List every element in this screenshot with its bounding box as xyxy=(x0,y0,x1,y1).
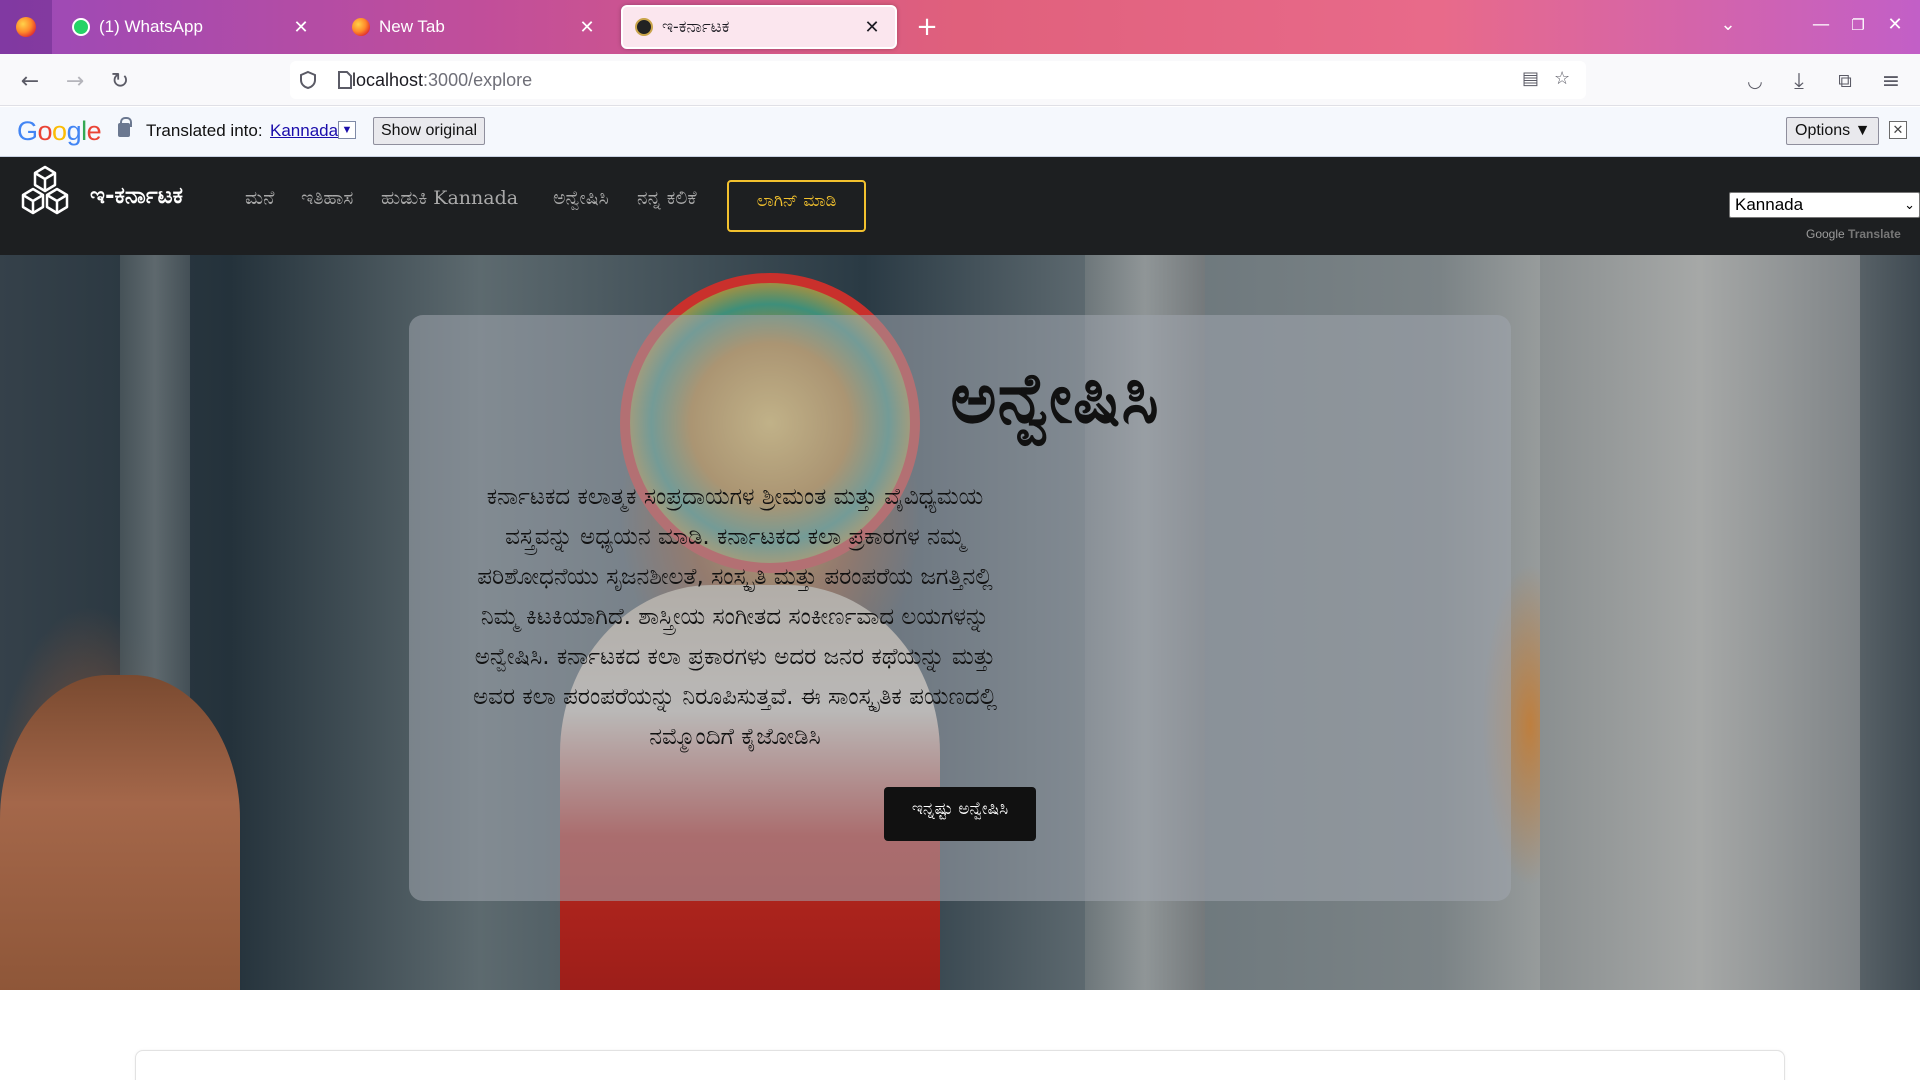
login-button[interactable]: ಲಾಗಿನ್ ಮಾಡಿ xyxy=(727,180,866,232)
language-select-value: Kannada xyxy=(1735,195,1804,214)
url-bar[interactable]: localhost:3000/explore ▤ ☆ xyxy=(290,61,1586,99)
app-menu-icon[interactable]: ≡ xyxy=(1876,66,1906,96)
show-original-button[interactable]: Show original xyxy=(373,117,486,145)
hero-overlay-card: ಅನ್ವೇಷಿಸಿ ಕರ್ನಾಟಕದ ಕಲಾತ್ಮಕ ಸಂಪ್ರದಾಯಗಳ ಶ್… xyxy=(409,315,1511,901)
bookmark-star-icon[interactable]: ☆ xyxy=(1554,68,1570,89)
nav-link-history[interactable]: ಇತಿಹಾಸ xyxy=(301,187,353,209)
firefox-icon xyxy=(16,17,36,37)
reload-icon[interactable]: ↻ xyxy=(105,66,135,96)
url-host: localhost xyxy=(352,69,424,90)
tab-title: New Tab xyxy=(379,17,445,36)
close-icon[interactable]: ✕ xyxy=(576,17,598,38)
translate-bar-close-icon[interactable]: ✕ xyxy=(1889,121,1907,139)
firefox-icon xyxy=(352,18,370,36)
url-path: :3000/explore xyxy=(423,69,533,90)
tab-e-karnataka[interactable]: ಇ-ಕರ್ನಾಟಕ ✕ xyxy=(621,5,897,49)
back-arrow-icon[interactable]: ← xyxy=(15,66,45,96)
browser-tab-strip: (1) WhatsApp ✕ New Tab ✕ ಇ-ಕರ್ನಾಟಕ ✕ + ⌄… xyxy=(0,0,1920,54)
window-close-icon[interactable]: ✕ xyxy=(1880,14,1910,35)
nav-link-explore[interactable]: ಅನ್ವೇಷಿಸಿ xyxy=(553,187,609,209)
nav-link-my-learning[interactable]: ನನ್ನ ಕಲಿಕೆ xyxy=(637,187,697,209)
powered-google-text: Google xyxy=(1806,227,1845,241)
content-card xyxy=(135,1050,1785,1080)
language-dropdown-arrow-icon[interactable]: ▼ xyxy=(338,121,356,139)
translate-language-link[interactable]: Kannada xyxy=(270,121,338,141)
background-person xyxy=(0,675,240,990)
minimize-icon[interactable]: — xyxy=(1806,14,1836,35)
new-tab-plus-icon[interactable]: + xyxy=(912,12,942,42)
tab-new-tab[interactable]: New Tab ✕ xyxy=(340,5,610,49)
hero-title: ಅನ್ವೇಷಿಸಿ xyxy=(950,357,1160,439)
language-select[interactable]: Kannada ⌄ xyxy=(1729,192,1920,218)
browser-navigation-bar: ← → ↻ localhost:3000/explore ▤ ☆ ◡ ⤓ ⧉ ≡ xyxy=(0,54,1920,106)
extensions-icon[interactable]: ⧉ xyxy=(1830,66,1860,96)
page-icon[interactable] xyxy=(336,70,354,90)
site-icon xyxy=(635,18,653,36)
list-all-tabs-chevron-icon[interactable]: ⌄ xyxy=(1713,14,1743,35)
pocket-icon[interactable]: ◡ xyxy=(1740,66,1770,96)
nav-link-home[interactable]: ಮನೆ xyxy=(245,187,274,209)
translate-options-button[interactable]: Options ▼ xyxy=(1786,117,1880,145)
hero-description: ಕರ್ನಾಟಕದ ಕಲಾತ್ಮಕ ಸಂಪ್ರದಾಯಗಳ ಶ್ರೀಮಂತ ಮತ್ತ… xyxy=(472,484,998,750)
reader-view-icon[interactable]: ▤ xyxy=(1522,68,1539,89)
powered-by-google-translate: Google Translate xyxy=(1806,227,1901,241)
lock-icon xyxy=(118,117,132,137)
firefox-menu-button[interactable] xyxy=(0,0,52,54)
whatsapp-icon xyxy=(72,18,90,36)
shield-icon[interactable] xyxy=(298,70,318,90)
explore-more-button[interactable]: ಇನ್ನಷ್ಟು ಅನ್ವೇಷಿಸಿ xyxy=(884,787,1036,841)
hero-section: ಅನ್ವೇಷಿಸಿ ಕರ್ನಾಟಕದ ಕಲಾತ್ಮಕ ಸಂಪ್ರದಾಯಗಳ ಶ್… xyxy=(0,255,1920,990)
tab-title: (1) WhatsApp xyxy=(99,17,203,36)
tab-title: ಇ-ಕರ್ನಾಟಕ xyxy=(662,17,730,36)
cubes-logo-icon[interactable] xyxy=(18,165,72,219)
close-icon[interactable]: ✕ xyxy=(861,17,883,38)
translated-into-label: Translated into: xyxy=(146,121,263,140)
download-icon[interactable]: ⤓ xyxy=(1784,66,1814,96)
site-header: ಇ-ಕರ್ನಾಟಕ ಮನೆ ಇತಿಹಾಸ ಹುಡುಕಿ Kannada ಅನ್ವ… xyxy=(0,157,1920,255)
restore-icon[interactable]: ❐ xyxy=(1843,16,1873,34)
tab-whatsapp[interactable]: (1) WhatsApp ✕ xyxy=(60,5,324,49)
chevron-down-icon: ⌄ xyxy=(1904,197,1915,212)
background-pillar xyxy=(1540,255,1860,990)
google-translate-bar: Google Translated into: Kannada ▼ Show o… xyxy=(0,107,1920,157)
forward-arrow-icon[interactable]: → xyxy=(60,66,90,96)
close-icon[interactable]: ✕ xyxy=(290,17,312,38)
powered-translate-text: Translate xyxy=(1848,227,1901,241)
google-logo: Google xyxy=(17,116,102,146)
site-brand[interactable]: ಇ-ಕರ್ನಾಟಕ xyxy=(90,183,183,209)
nav-link-search[interactable]: ಹುಡುಕಿ Kannada xyxy=(381,187,518,209)
